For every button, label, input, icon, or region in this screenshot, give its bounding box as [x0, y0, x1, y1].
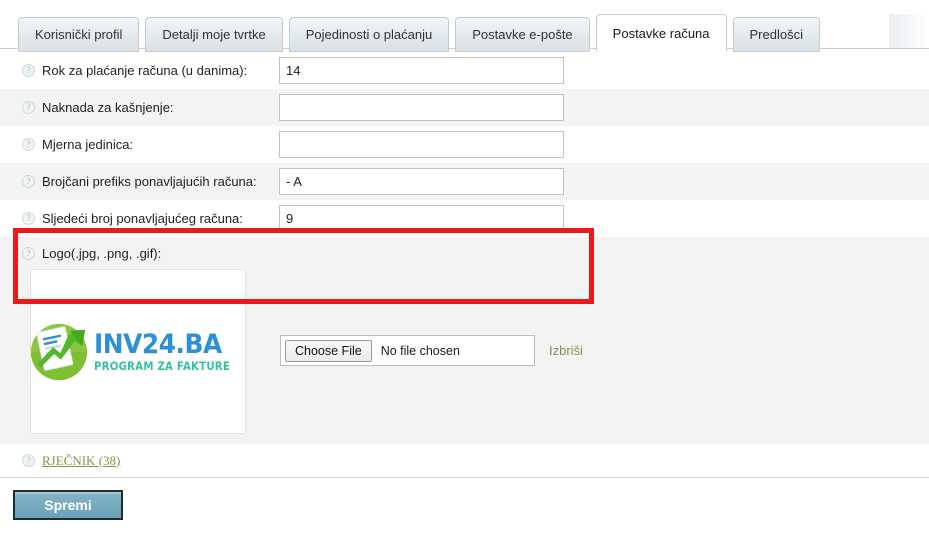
logo-artwork: INV24.BA PROGRAM ZA FAKTURE — [28, 321, 249, 383]
logo-title: INV24.BA — [93, 328, 222, 360]
tab-label: Detalji moje tvrtke — [162, 27, 266, 42]
late-fee-input[interactable] — [279, 94, 564, 121]
logo-wordmark: INV24.BA PROGRAM ZA FAKTURE — [94, 331, 249, 373]
help-icon[interactable]: ? — [22, 64, 35, 77]
help-icon[interactable]: ? — [22, 138, 35, 151]
recurring-invoice-prefix-input[interactable]: - A — [279, 168, 564, 195]
tab-postavke-e-poste[interactable]: Postavke e-pošte — [455, 17, 590, 52]
tab-pojedinosti-o-placanju[interactable]: Pojedinosti o plaćanju — [288, 17, 450, 52]
logo-subtitle: PROGRAM ZA FAKTURE — [93, 358, 230, 373]
recurring-next-number-input[interactable]: 9 — [279, 205, 564, 232]
help-icon[interactable]: ? — [22, 101, 35, 114]
tab-label: Postavke e-pošte — [472, 27, 573, 42]
save-button[interactable]: Spremi — [13, 490, 123, 520]
tab-detalji-moje-tvrtke[interactable]: Detalji moje tvrtke — [145, 17, 283, 52]
field-label: Naknada za kašnjenje: — [42, 100, 174, 115]
choose-file-button[interactable]: Choose File — [285, 339, 372, 362]
inv24-logo-icon — [30, 323, 87, 380]
help-icon[interactable]: ? — [22, 175, 35, 188]
form-row-unit-of-measure: ? Mjerna jedinica: — [0, 126, 929, 163]
logo-body: INV24.BA PROGRAM ZA FAKTURE Choose File … — [0, 269, 929, 434]
logo-preview-frame: INV24.BA PROGRAM ZA FAKTURE — [30, 269, 246, 434]
tab-postavke-racuna[interactable]: Postavke računa — [595, 14, 727, 52]
logo-file-input[interactable]: Choose File No file chosen — [280, 335, 535, 366]
tab-label: Predlošci — [749, 27, 803, 42]
form-footer: Spremi — [0, 478, 929, 520]
form-row-recurring-next-number: ? Sljedeći broj ponavljajućeg računa: 9 — [0, 200, 929, 237]
invoice-settings-form: ? Rok za plaćanje računa (u danima): 14 … — [0, 52, 929, 520]
unit-of-measure-input[interactable] — [279, 131, 564, 158]
tab-label: Korisnički profil — [35, 27, 123, 42]
payment-term-days-input[interactable]: 14 — [279, 57, 564, 84]
field-label: Mjerna jedinica: — [42, 137, 134, 152]
tab-list: Korisnički profil Detalji moje tvrtke Po… — [18, 14, 820, 52]
field-label: Rok za plaćanje računa (u danima): — [42, 63, 248, 78]
tab-predlosci[interactable]: Predlošci — [732, 17, 820, 52]
help-icon[interactable]: ? — [22, 212, 35, 225]
delete-logo-link[interactable]: Izbriši — [549, 343, 583, 358]
logo-field-label: Logo(.jpg, .png, .gif): — [42, 245, 162, 261]
tab-bar: Korisnički profil Detalji moje tvrtke Po… — [0, 0, 929, 52]
selected-file-name: No file chosen — [380, 343, 460, 358]
dictionary-row: ? RJEČNIK (38) — [0, 444, 929, 478]
logo-upload-controls: Choose File No file chosen Izbriši — [280, 335, 583, 366]
form-row-recurring-prefix: ? Brojčani prefiks ponavljajućih računa:… — [0, 163, 929, 200]
logo-upload-section: ? Logo(.jpg, .png, .gif): INV24.BA PROGR… — [0, 237, 929, 444]
tab-label: Postavke računa — [612, 25, 710, 41]
logo-label-line: ? Logo(.jpg, .png, .gif): — [0, 237, 929, 269]
tab-korisnicki-profil[interactable]: Korisnički profil — [18, 17, 140, 52]
help-icon[interactable]: ? — [22, 246, 35, 260]
field-label: Brojčani prefiks ponavljajućih računa: — [42, 174, 257, 189]
form-row-payment-term: ? Rok za plaćanje računa (u danima): 14 — [0, 52, 929, 89]
field-label: Sljedeći broj ponavljajućeg računa: — [42, 211, 243, 226]
help-icon[interactable]: ? — [22, 454, 35, 467]
tab-label: Pojedinosti o plaćanju — [305, 27, 433, 42]
dictionary-link[interactable]: RJEČNIK (38) — [42, 453, 120, 469]
tab-bar-overflow-fade — [889, 14, 929, 48]
form-row-late-fee: ? Naknada za kašnjenje: — [0, 89, 929, 126]
